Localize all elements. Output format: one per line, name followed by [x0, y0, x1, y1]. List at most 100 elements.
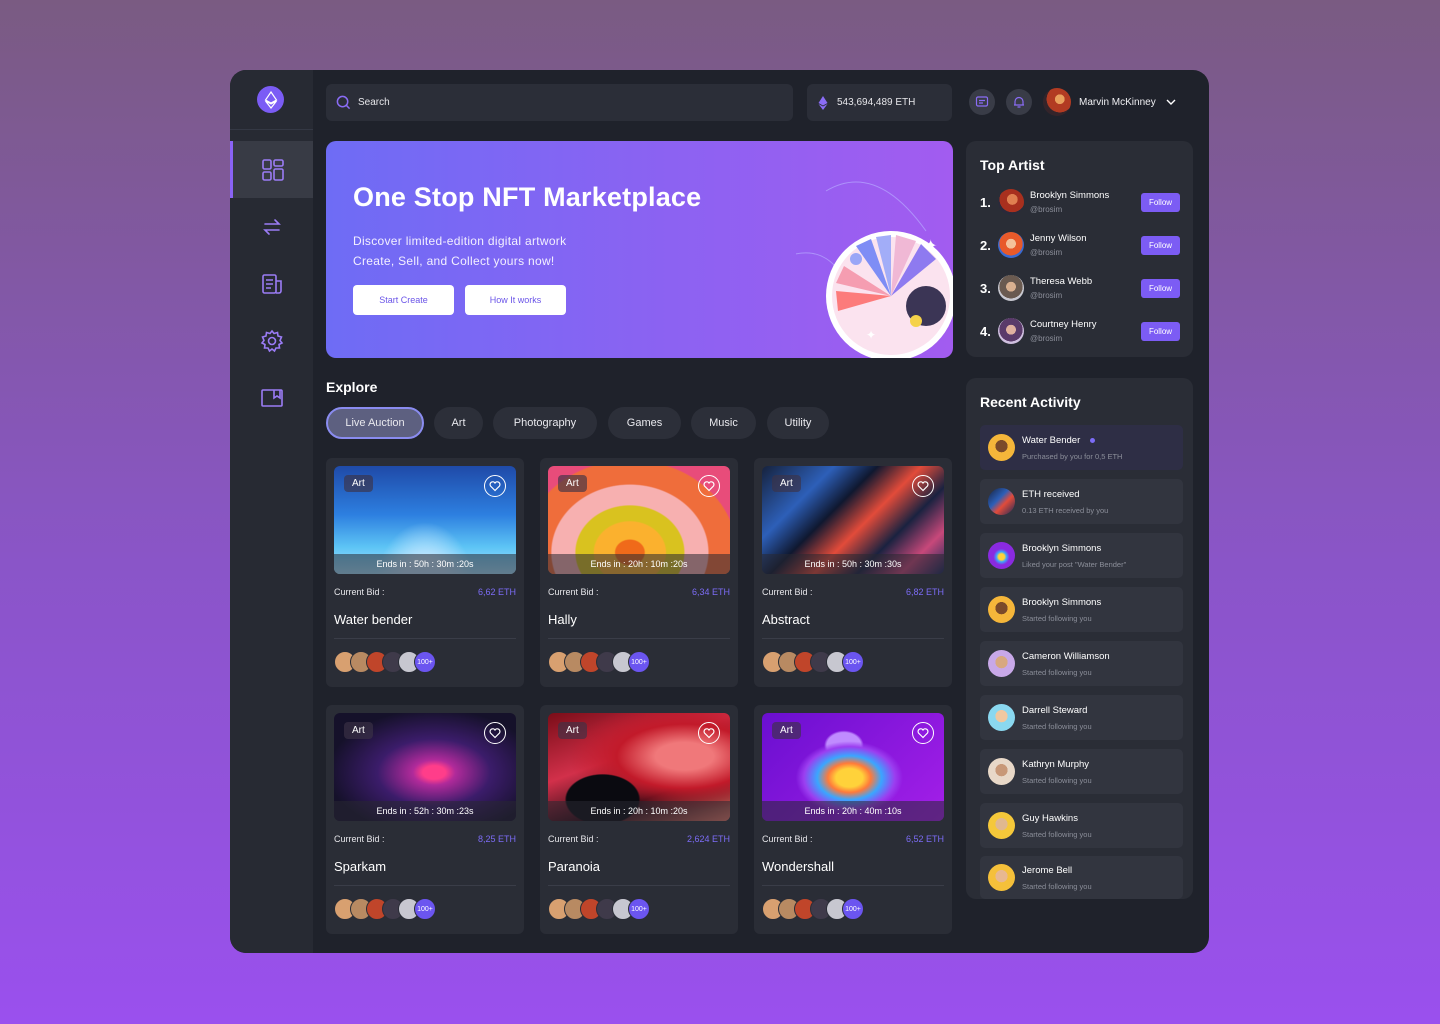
bid-label: Current Bid :: [548, 587, 599, 597]
bidder-avatars[interactable]: 100+: [334, 651, 436, 673]
activity-subtitle: Liked your post "Water Bender": [1022, 559, 1127, 569]
search-bar[interactable]: [326, 84, 793, 121]
hero-subtitle-line-2: Create, Sell, and Collect yours now!: [353, 254, 555, 268]
follow-button[interactable]: Follow: [1141, 193, 1180, 212]
heart-icon[interactable]: [912, 475, 934, 497]
bid-value: 6,34 ETH: [691, 587, 730, 597]
more-bidders-badge: 100+: [414, 651, 436, 673]
activity-item[interactable]: Jerome Bell Started following you: [980, 856, 1183, 899]
category-live-auction[interactable]: Live Auction: [326, 407, 424, 439]
bid-label: Current Bid :: [334, 587, 385, 597]
nft-card[interactable]: Art Ends in : 20h : 10m :20s Current Bid…: [540, 458, 738, 687]
nft-name: Water bender: [334, 612, 413, 627]
wallet-icon: [260, 388, 283, 407]
avatar: [988, 864, 1015, 891]
wallet-balance[interactable]: 543,694,489 ETH: [807, 84, 952, 121]
category-utility[interactable]: Utility: [767, 407, 829, 439]
heart-icon[interactable]: [698, 475, 720, 497]
category-photography[interactable]: Photography: [493, 407, 597, 439]
notifications-button[interactable]: [1006, 89, 1032, 115]
activity-title: Darrell Steward: [1022, 704, 1088, 716]
activity-title: Brooklyn Simmons: [1022, 542, 1102, 554]
activity-item[interactable]: Kathryn Murphy Started following you: [980, 749, 1183, 794]
sidebar: [230, 70, 313, 953]
nft-card[interactable]: Art Ends in : 50h : 30m :30s Current Bid…: [754, 458, 952, 687]
user-profile-menu[interactable]: Marvin McKinney: [1043, 88, 1176, 116]
avatar: [988, 542, 1015, 569]
artist-name: Brooklyn Simmons: [1030, 190, 1110, 201]
nav-settings[interactable]: [230, 312, 313, 369]
bid-value: 2,624 ETH: [686, 834, 730, 844]
bidder-avatars[interactable]: 100+: [548, 898, 650, 920]
activity-subtitle: Purchased by you for 0,5 ETH: [1022, 451, 1123, 461]
bid-label: Current Bid :: [762, 834, 813, 844]
divider: [334, 638, 516, 639]
activity-item[interactable]: Guy Hawkins Started following you: [980, 803, 1183, 848]
follow-button[interactable]: Follow: [1141, 322, 1180, 341]
nft-image: Art Ends in : 50h : 30m :20s: [334, 466, 516, 574]
hero-banner: One Stop NFT Marketplace Discover limite…: [326, 141, 953, 358]
artist-name: Theresa Webb: [1030, 276, 1093, 287]
nav-wallet[interactable]: [230, 369, 313, 426]
more-bidders-badge: 100+: [842, 898, 864, 920]
avatar: [998, 232, 1024, 258]
nft-name: Wondershall: [762, 859, 835, 874]
ethereum-logo-icon[interactable]: [257, 86, 284, 113]
follow-button[interactable]: Follow: [1141, 236, 1180, 255]
activity-item[interactable]: Water Bender Purchased by you for 0,5 ETH: [980, 425, 1183, 470]
nft-card[interactable]: Art Ends in : 20h : 40m :10s Current Bid…: [754, 705, 952, 934]
user-name: Marvin McKinney: [1079, 96, 1156, 108]
search-input[interactable]: [358, 97, 738, 108]
nav-dashboard[interactable]: [230, 141, 313, 198]
hero-title: One Stop NFT Marketplace: [353, 182, 702, 212]
activity-item[interactable]: Darrell Steward Started following you: [980, 695, 1183, 740]
activity-item[interactable]: Brooklyn Simmons Liked your post "Water B…: [980, 533, 1183, 578]
bidder-avatars[interactable]: 100+: [762, 898, 864, 920]
recent-activity-title: Recent Activity: [980, 394, 1081, 410]
auction-timer: Ends in : 50h : 30m :20s: [334, 554, 516, 574]
search-icon: [336, 95, 351, 110]
activity-title: Brooklyn Simmons: [1022, 596, 1102, 608]
auction-timer: Ends in : 20h : 10m :20s: [548, 554, 730, 574]
ethereum-icon: [818, 95, 828, 110]
start-create-button[interactable]: Start Create: [353, 285, 454, 315]
nft-image: Art Ends in : 20h : 10m :20s: [548, 466, 730, 574]
artist-rank: 1.: [980, 194, 991, 210]
category-games[interactable]: Games: [608, 407, 681, 439]
bid-value: 6,82 ETH: [905, 587, 944, 597]
bidder-avatars[interactable]: 100+: [548, 651, 650, 673]
category-music[interactable]: Music: [691, 407, 756, 439]
nft-card[interactable]: Art Ends in : 20h : 10m :20s Current Bid…: [540, 705, 738, 934]
avatar: [988, 434, 1015, 461]
avatar: [988, 650, 1015, 677]
activity-title: Water Bender: [1022, 434, 1081, 446]
heart-icon[interactable]: [698, 722, 720, 744]
nft-tag: Art: [558, 722, 587, 739]
nft-card[interactable]: Art Ends in : 52h : 30m :23s Current Bid…: [326, 705, 524, 934]
heart-icon[interactable]: [484, 475, 506, 497]
messages-button[interactable]: [969, 89, 995, 115]
follow-button[interactable]: Follow: [1141, 279, 1180, 298]
avatar: [998, 318, 1024, 344]
nav-documents[interactable]: [230, 255, 313, 312]
category-art[interactable]: Art: [434, 407, 483, 439]
bidder-avatars[interactable]: 100+: [334, 898, 436, 920]
bidder-avatars[interactable]: 100+: [762, 651, 864, 673]
avatar: [988, 488, 1015, 515]
avatar: [998, 189, 1024, 215]
heart-icon[interactable]: [484, 722, 506, 744]
activity-subtitle: Started following you: [1022, 775, 1092, 785]
nft-card[interactable]: Art Ends in : 50h : 30m :20s Current Bid…: [326, 458, 524, 687]
sidebar-divider: [230, 129, 313, 130]
hero-subtitle: Discover limited-edition digital artwork…: [353, 231, 566, 271]
hero-illustration: ✦ ✦: [796, 181, 953, 358]
activity-item[interactable]: Brooklyn Simmons Started following you: [980, 587, 1183, 632]
activity-item[interactable]: ETH received 0.13 ETH received by you: [980, 479, 1183, 524]
top-artist-panel: Top Artist 1. Brooklyn Simmons @brosim Fo…: [966, 141, 1193, 357]
auction-timer: Ends in : 20h : 40m :10s: [762, 801, 944, 821]
how-it-works-button[interactable]: How It works: [465, 285, 566, 315]
nav-transfer[interactable]: [230, 198, 313, 255]
nft-image: Art Ends in : 50h : 30m :30s: [762, 466, 944, 574]
heart-icon[interactable]: [912, 722, 934, 744]
activity-item[interactable]: Cameron Williamson Started following you: [980, 641, 1183, 686]
